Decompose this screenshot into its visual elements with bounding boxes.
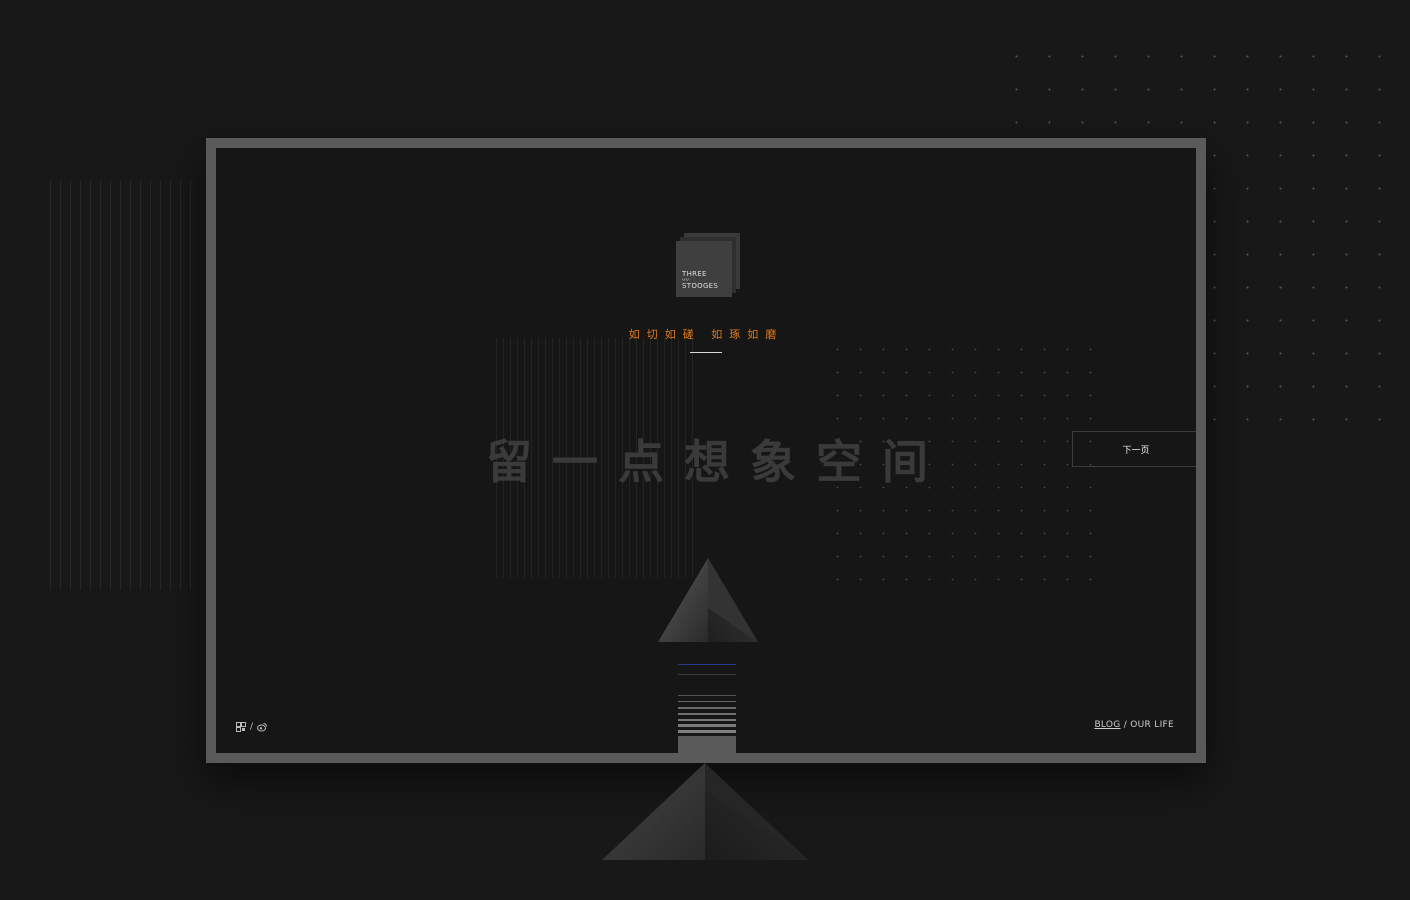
page-headline: 留一点想象空间	[486, 435, 948, 489]
blog-links: BLOG / OUR LIFE	[1094, 720, 1174, 730]
qrcode-icon[interactable]	[236, 722, 246, 732]
logo-text-line2: STOOGES	[682, 282, 719, 290]
background-line-pattern	[50, 180, 200, 590]
next-page-button[interactable]: 下一页	[1072, 431, 1196, 467]
our-life-link[interactable]: OUR LIFE	[1130, 720, 1174, 730]
blog-separator: /	[1123, 720, 1128, 730]
brand-logo[interactable]: THREE 〰 STOOGES	[676, 233, 746, 305]
motto-divider	[690, 352, 722, 353]
social-separator: /	[250, 722, 254, 732]
monitor-stand	[602, 763, 808, 860]
blog-link[interactable]: BLOG	[1094, 720, 1120, 730]
social-links: /	[236, 722, 268, 732]
motto-text: 如切如磋 如琢如磨	[628, 328, 784, 341]
weibo-icon[interactable]	[257, 722, 268, 732]
